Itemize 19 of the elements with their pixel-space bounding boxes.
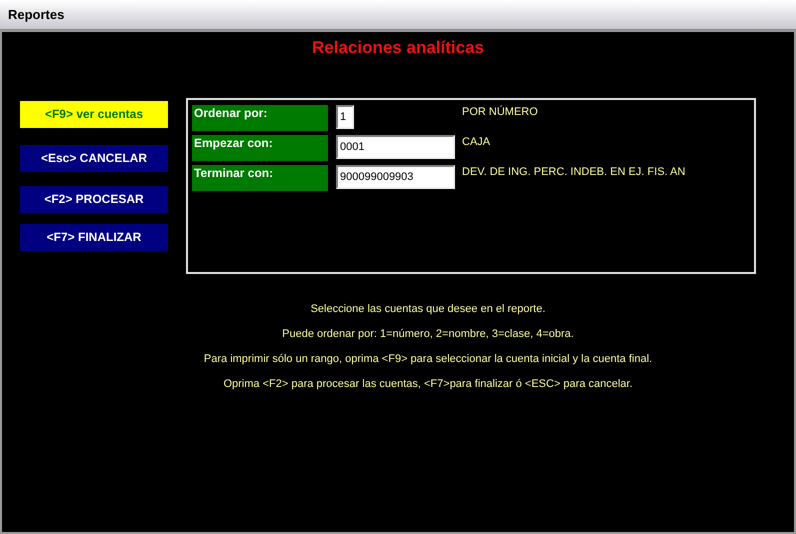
account-description: POR NÚMERO [462,104,538,118]
report-heading: Relaciones analíticas [312,37,484,59]
input-field[interactable]: 900099009903 [336,164,455,188]
window-title: Reportes [8,6,64,24]
account-description: CAJA [462,134,490,148]
instruction-text: Oprima <F2> para procesar las cuentas, <F7>para finalizar ó <ESC> para cancelar. [223,376,633,390]
function-key-button[interactable]: <F7> FINALIZAR [20,224,168,250]
field-label: Ordenar por: [192,104,328,130]
instruction-text: Seleccione las cuentas que desee en el reporte. [310,302,546,316]
input-field[interactable]: 1 [336,104,354,128]
field-label: Terminar con: [192,164,328,190]
account-description: DEV. DE ING. PERC. INDEB. EN EJ. FIS. AN [462,164,686,178]
input-field[interactable]: 0001 [336,134,455,158]
function-key-button[interactable]: <F2> PROCESAR [20,186,168,212]
instruction-text: Para imprimir sólo un rango, oprima <F9> para seleccionar la cuenta inicial y la cuenta final. [204,352,652,366]
field-label: Empezar con: [192,134,328,160]
function-key-button[interactable]: <Esc> CANCELAR [20,144,168,172]
function-key-button[interactable]: <F9> ver cuentas [20,100,168,128]
instruction-text: Puede ordenar por: 1=número, 2=nombre, 3=clase, 4=obra. [282,326,574,340]
